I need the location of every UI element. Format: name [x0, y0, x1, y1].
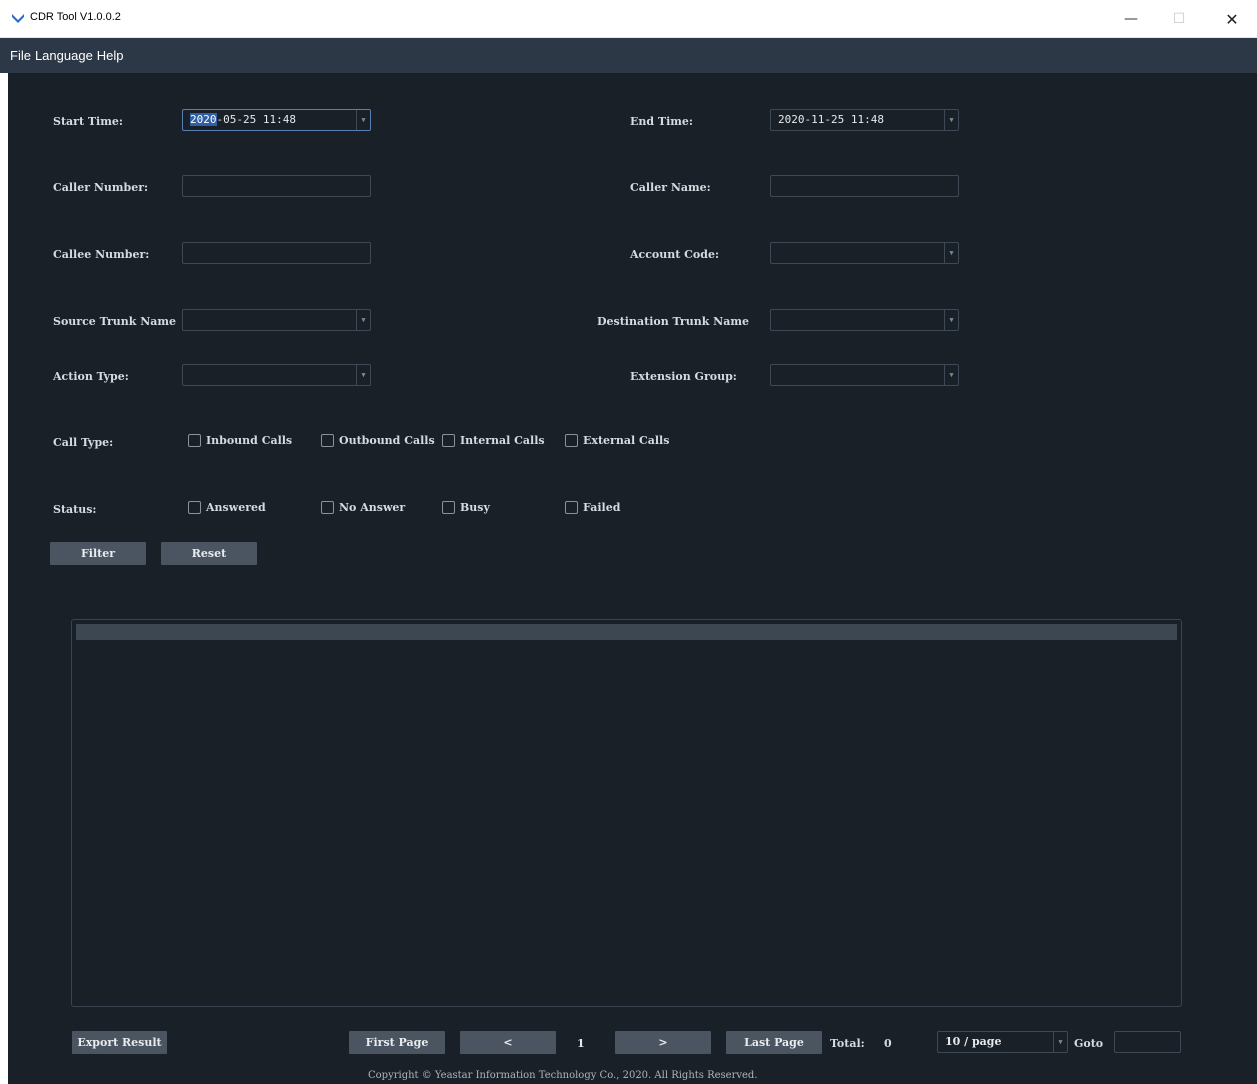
table-header: [76, 624, 1177, 640]
call-type-label: Call Type:: [53, 436, 114, 449]
checkbox-label: No Answer: [339, 501, 406, 514]
checkbox-label: Failed: [583, 501, 621, 514]
chevron-down-icon[interactable]: ▼: [1053, 1032, 1067, 1052]
app-logo-icon: [12, 14, 24, 23]
start-time-picker[interactable]: 2020-05-25 11:48 ▼: [182, 109, 371, 131]
chevron-down-icon[interactable]: ▼: [944, 243, 958, 263]
checkbox-label: Answered: [206, 501, 266, 514]
start-time-selected-year: 2020: [190, 113, 217, 126]
checkbox-box[interactable]: [565, 434, 578, 447]
copyright-footer: Copyright © Yeastar Information Technolo…: [368, 1070, 758, 1081]
start-time-rest: -05-25 11:48: [216, 113, 296, 126]
extension-group-select[interactable]: ▼: [770, 364, 959, 386]
callee-number-label: Callee Number:: [53, 248, 150, 261]
chevron-down-icon[interactable]: ▼: [944, 110, 958, 130]
chevron-down-icon[interactable]: ▼: [356, 365, 370, 385]
page-size-value: 10 / page: [945, 1035, 1002, 1048]
maximize-button[interactable]: ☐: [1156, 0, 1202, 38]
checkbox-label: Outbound Calls: [339, 434, 435, 447]
reset-button[interactable]: Reset: [161, 542, 257, 565]
window-title: CDR Tool V1.0.0.2: [30, 11, 121, 23]
caller-name-label: Caller Name:: [630, 181, 711, 194]
callee-number-input[interactable]: [182, 242, 371, 264]
menu-language[interactable]: Language: [35, 48, 93, 63]
source-trunk-label: Source Trunk Name: [53, 315, 177, 328]
end-time-value: 2020-11-25 11:48: [778, 113, 884, 126]
checkbox-inbound-calls[interactable]: Inbound Calls: [188, 434, 292, 447]
minimize-button[interactable]: —: [1108, 0, 1154, 38]
checkbox-internal-calls[interactable]: Internal Calls: [442, 434, 545, 447]
checkbox-box[interactable]: [321, 434, 334, 447]
destination-trunk-select[interactable]: ▼: [770, 309, 959, 331]
first-page-button[interactable]: First Page: [349, 1031, 445, 1054]
checkbox-label: External Calls: [583, 434, 670, 447]
action-type-select[interactable]: ▼: [182, 364, 371, 386]
destination-trunk-label: Destination Trunk Name: [597, 315, 749, 328]
checkbox-label: Inbound Calls: [206, 434, 293, 447]
checkbox-label: Busy: [460, 501, 490, 514]
status-label: Status:: [53, 503, 97, 516]
chevron-down-icon[interactable]: ▼: [944, 365, 958, 385]
goto-input[interactable]: [1114, 1031, 1181, 1053]
main-panel: Start Time: 2020-05-25 11:48 ▼ End Time:…: [8, 73, 1257, 1084]
checkbox-box[interactable]: [442, 434, 455, 447]
account-code-label: Account Code:: [630, 248, 720, 261]
filter-button[interactable]: Filter: [50, 542, 146, 565]
next-page-button[interactable]: >: [615, 1031, 711, 1054]
start-time-label: Start Time:: [53, 115, 123, 128]
caller-number-label: Caller Number:: [53, 181, 149, 194]
current-page-number: 1: [577, 1037, 585, 1050]
checkbox-box[interactable]: [188, 501, 201, 514]
extension-group-label: Extension Group:: [630, 370, 737, 383]
checkbox-answered[interactable]: Answered: [188, 501, 266, 514]
checkbox-box[interactable]: [321, 501, 334, 514]
caller-number-input[interactable]: [182, 175, 371, 197]
account-code-select[interactable]: ▼: [770, 242, 959, 264]
total-label: Total:: [830, 1037, 865, 1050]
page-size-select[interactable]: 10 / page ▼: [937, 1031, 1068, 1053]
chevron-down-icon[interactable]: ▼: [356, 310, 370, 330]
end-time-label: End Time:: [630, 115, 693, 128]
goto-label: Goto: [1074, 1037, 1104, 1050]
menu-help[interactable]: Help: [97, 48, 124, 63]
total-count: 0: [884, 1037, 892, 1050]
source-trunk-select[interactable]: ▼: [182, 309, 371, 331]
action-type-label: Action Type:: [53, 370, 129, 383]
checkbox-label: Internal Calls: [460, 434, 545, 447]
caller-name-input[interactable]: [770, 175, 959, 197]
close-button[interactable]: ✕: [1209, 0, 1255, 38]
last-page-button[interactable]: Last Page: [726, 1031, 822, 1054]
title-bar: CDR Tool V1.0.0.2 — ☐ ✕: [0, 0, 1257, 38]
chevron-down-icon[interactable]: ▼: [944, 310, 958, 330]
prev-page-button[interactable]: <: [460, 1031, 556, 1054]
chevron-down-icon[interactable]: ▼: [356, 110, 370, 130]
export-result-button[interactable]: Export Result: [72, 1031, 167, 1054]
results-table: [71, 619, 1182, 1007]
checkbox-outbound-calls[interactable]: Outbound Calls: [321, 434, 435, 447]
checkbox-box[interactable]: [442, 501, 455, 514]
checkbox-box[interactable]: [188, 434, 201, 447]
checkbox-box[interactable]: [565, 501, 578, 514]
end-time-picker[interactable]: 2020-11-25 11:48 ▼: [770, 109, 959, 131]
checkbox-failed[interactable]: Failed: [565, 501, 620, 514]
menu-file[interactable]: File: [10, 48, 31, 63]
checkbox-external-calls[interactable]: External Calls: [565, 434, 669, 447]
checkbox-busy[interactable]: Busy: [442, 501, 490, 514]
checkbox-no-answer[interactable]: No Answer: [321, 501, 405, 514]
menu-bar: File Language Help: [0, 38, 1257, 73]
